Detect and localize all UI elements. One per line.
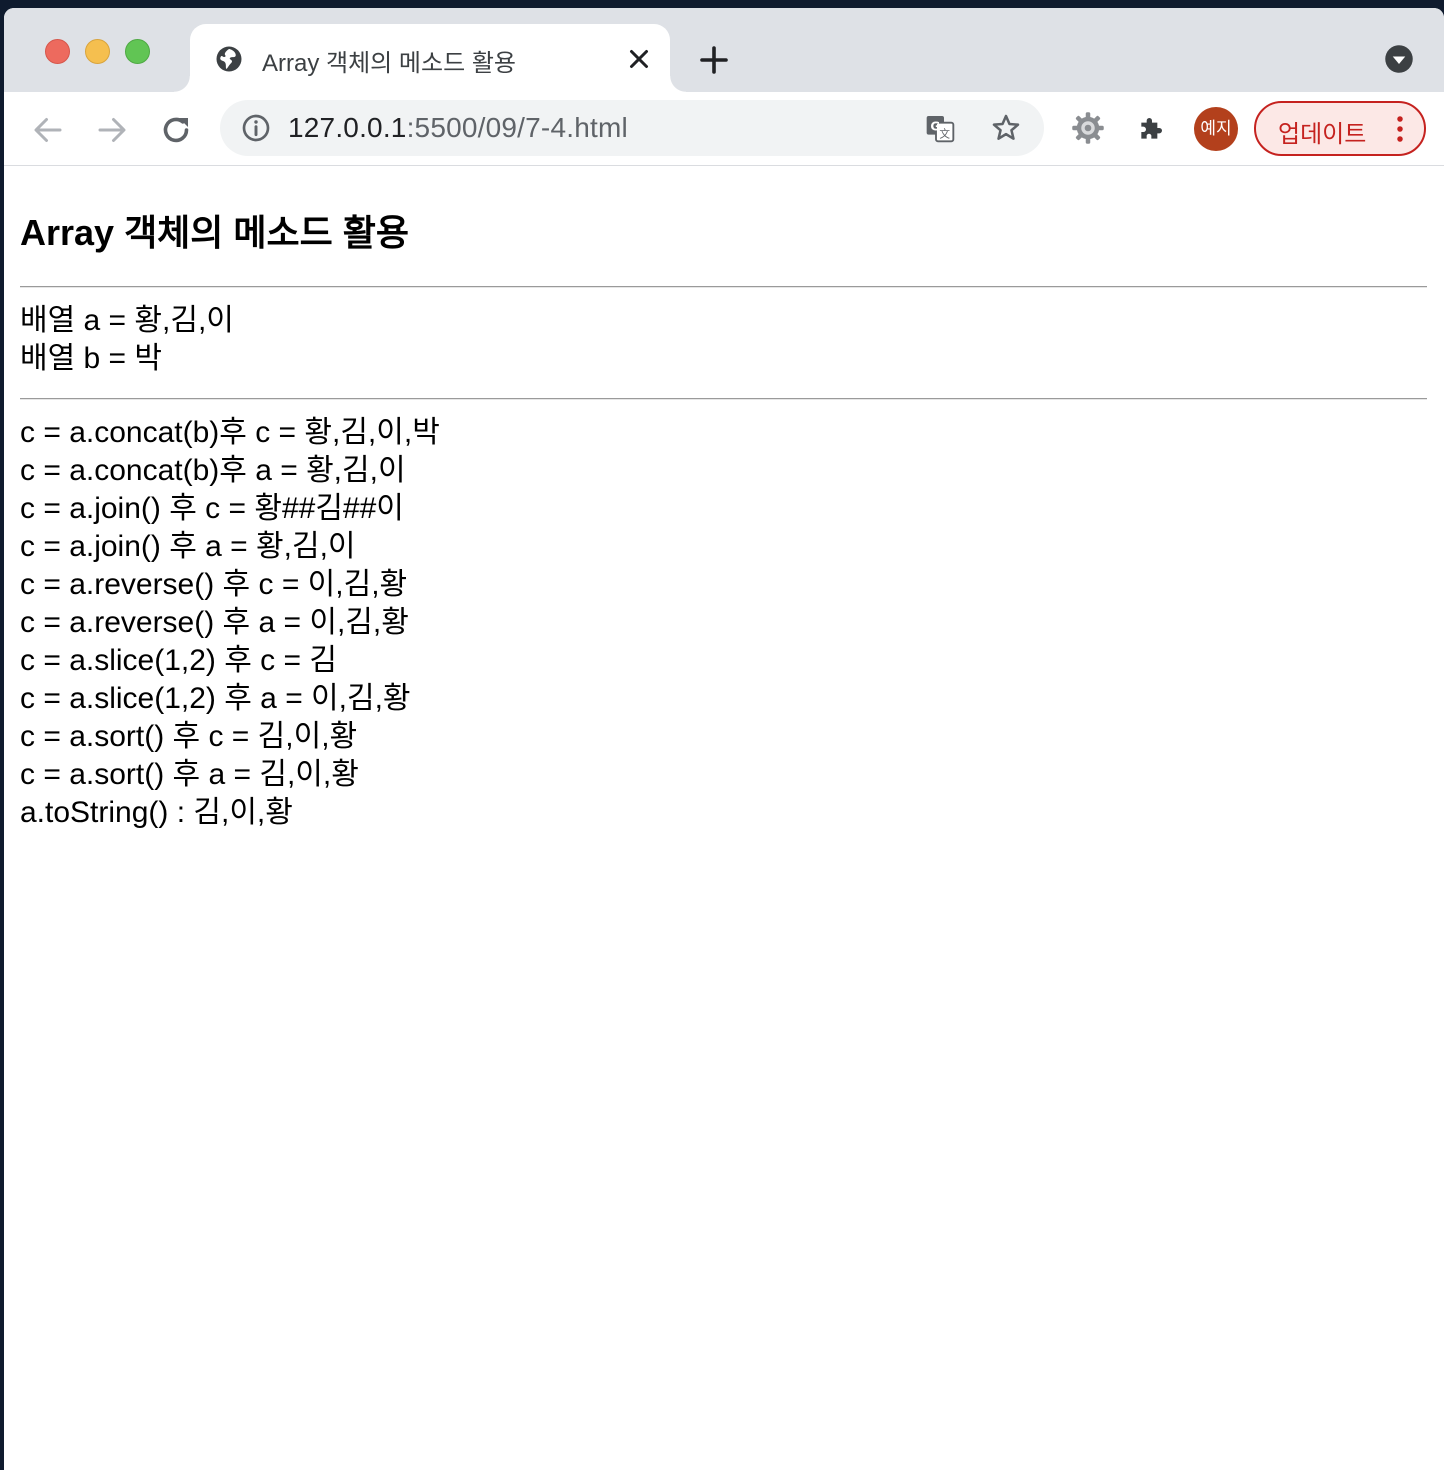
url-host: 127.0.0.1	[288, 112, 407, 143]
profile-avatar[interactable]: 예지	[1194, 107, 1238, 151]
result-line: c = a.slice(1,2) 후 a = 이,김,황	[20, 682, 411, 715]
browser-window: Array 객체의 메소드 활용 127.0.0.1:5500/09/7-4.h…	[4, 8, 1444, 1470]
tab-active[interactable]: Array 객체의 메소드 활용	[174, 24, 686, 92]
window-minimize-button[interactable]	[85, 39, 110, 64]
bookmark-star-icon[interactable]	[990, 112, 1022, 144]
result-line: c = a.join() 후 a = 황,김,이	[20, 530, 356, 563]
address-bar[interactable]: 127.0.0.1:5500/09/7-4.html G 文	[220, 100, 1044, 156]
window-maximize-button[interactable]	[125, 39, 150, 64]
update-label: 업데이트	[1278, 121, 1367, 148]
tab-strip: Array 객체의 메소드 활용	[4, 8, 1444, 92]
gear-icon[interactable]	[1070, 110, 1106, 146]
update-button[interactable]: 업데이트	[1254, 101, 1426, 156]
result-line: c = a.sort() 후 a = 김,이,황	[20, 758, 359, 791]
result-line: c = a.sort() 후 c = 김,이,황	[20, 720, 358, 753]
result-line: c = a.join() 후 c = 황##김##이	[20, 492, 404, 525]
result-line: c = a.slice(1,2) 후 c = 김	[20, 644, 337, 677]
divider	[20, 286, 1427, 288]
page-content: Array 객체의 메소드 활용 배열 a = 황,김,이 배열 b = 박 c…	[4, 166, 1444, 1470]
tab-title: Array 객체의 메소드 활용	[262, 50, 516, 77]
back-icon[interactable]	[30, 112, 66, 148]
info-icon[interactable]	[240, 112, 272, 144]
new-tab-button[interactable]	[696, 42, 732, 78]
close-icon[interactable]	[624, 44, 654, 74]
svg-text:文: 文	[939, 127, 950, 140]
url-text[interactable]: 127.0.0.1:5500/09/7-4.html	[288, 112, 628, 144]
result-line: a.toString() : 김,이,황	[20, 796, 293, 829]
browser-toolbar: 127.0.0.1:5500/09/7-4.html G 文 예지 업데이트	[4, 92, 1444, 166]
url-path: :5500/09/7-4.html	[406, 112, 628, 143]
translate-icon[interactable]: G 文	[924, 112, 956, 144]
divider	[20, 398, 1427, 400]
result-line: c = a.concat(b)후 a = 황,김,이	[20, 454, 406, 487]
tab-search-icon[interactable]	[1384, 44, 1414, 74]
extensions-puzzle-icon[interactable]	[1136, 112, 1168, 144]
reload-icon[interactable]	[158, 112, 194, 148]
window-close-button[interactable]	[45, 39, 70, 64]
result-line: c = a.concat(b)후 c = 황,김,이,박	[20, 416, 440, 449]
menu-kebab-icon[interactable]	[1390, 114, 1410, 144]
result-line: c = a.reverse() 후 c = 이,김,황	[20, 568, 408, 601]
forward-icon[interactable]	[94, 112, 130, 148]
globe-icon	[216, 46, 242, 72]
array-line: 배열 a = 황,김,이	[20, 304, 234, 337]
page-title: Array 객체의 메소드 활용	[20, 212, 410, 253]
array-line: 배열 b = 박	[20, 342, 163, 375]
result-line: c = a.reverse() 후 a = 이,김,황	[20, 606, 409, 639]
